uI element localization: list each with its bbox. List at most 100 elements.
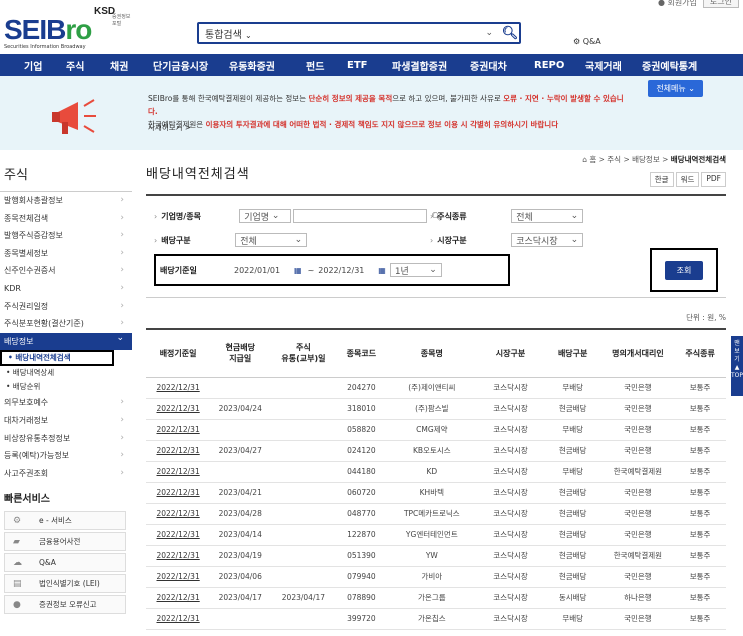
table-cell[interactable]: 2022/12/31 [146,461,211,483]
sidebar-item-lower-0[interactable]: 의무보호예수 [0,394,132,412]
floating-side-bar[interactable]: 맨 보 기 ▲ TOP [731,336,743,396]
calendar-icon[interactable]: ▦ [378,266,386,275]
table-row[interactable]: 2022/12/31 204270 (주)제이앤티씨 코스닥시장 무배당 국민은행 보통주 [146,377,726,399]
table-row[interactable]: 2022/12/31 2023/04/06 079940 가비아 코스닥시장 현금배당 국민… [146,566,726,588]
quick-service-icon: ● [13,599,21,610]
table-cell[interactable]: 2022/12/31 [146,545,211,567]
calendar-icon[interactable]: ▦ [294,266,302,275]
unit-label: 단위 : 원, % [686,313,726,322]
table-cell: 2023/04/17 [210,587,271,609]
search-button[interactable]: 조회 [664,260,704,280]
table-row[interactable]: 2022/12/31 399720 가온칩스 코스닥시장 무배당 국민은행 보통주 [146,608,726,630]
export-pdf-button[interactable]: PDF [701,172,726,187]
table-cell: 051390 [336,545,387,567]
nav-item-2[interactable]: 채권 [110,58,128,73]
table-cell[interactable]: 2022/12/31 [146,377,211,399]
sidebar-item-dividend-info[interactable]: 배당정보 [0,330,132,351]
sidebar-menu: 발행회사총괄정보종목전체검색발행주식증감정보종목별세정보신주인수권증서KDR주식… [0,192,132,333]
main-navigation: 기업 주식 채권 단기금융시장 유동화증권 펀드 ETF 파생결합증권 증권대차 REPO 국제거래… [0,54,743,76]
table-cell[interactable]: 2022/12/31 [146,566,211,588]
nav-item-9[interactable]: REPO [534,60,564,71]
table-row[interactable]: 2022/12/31 2023/04/19 051390 YW 코스닥시장 현금배당 한국예… [146,545,726,567]
search-scope-select[interactable]: 통합검색 ⌄ [199,26,309,41]
div-type-select[interactable]: 전체 ⌄ [235,233,308,247]
period-highlight: 배당기준일 2022/01/01 ▦ ~ 2022/12/31 ▦ 1년 ⌄ [154,254,510,286]
column-header-3: 종목코드 [336,328,387,378]
table-cell[interactable]: 2022/12/31 [146,398,211,420]
nav-item-7[interactable]: 파생결합증권 [392,58,447,73]
nav-item-0[interactable]: 기업 [24,58,42,73]
table-cell [210,377,271,399]
quick-item-0[interactable]: ⚙ e - 서비스 [4,511,126,531]
export-word-button[interactable]: 워드 [675,172,700,187]
table-cell[interactable]: 2022/12/31 [146,440,211,462]
nav-item-8[interactable]: 증권대차 [470,58,507,73]
company-select[interactable]: 기업명 ⌄ [239,209,292,223]
nav-item-5[interactable]: 펀드 [306,58,324,73]
stock-type-select[interactable]: 전체 ⌄ [511,209,584,223]
table-cell: 코스닥시장 [477,524,544,546]
stock-type-label: 주식종류 [437,211,467,221]
table-row[interactable]: 2022/12/31 058820 CMG제약 코스닥시장 무배당 국민은행 보통주 [146,419,726,441]
nav-item-1[interactable]: 주식 [66,58,84,73]
nav-item-11[interactable]: 증권예탁통계 [642,58,697,73]
quick-item-1[interactable]: ▰ 금융용어사전 [4,532,126,552]
market-select[interactable]: 코스닥시장 ⌄ [511,233,584,247]
range-select[interactable]: 1년 ⌄ [389,263,442,277]
sidebar-item-7[interactable]: 주식분포현황(결산기준) [0,315,132,333]
search-icon[interactable]: 🔍︎ [501,24,519,42]
chevron-down-icon[interactable]: ⌄ [485,28,493,38]
seibro-logo[interactable]: KSD 증권정보포털 SEIBro Securities Information… [4,6,134,50]
sidebar-item-lower-3[interactable]: 등록(예탁)가능정보 [0,447,132,465]
table-row[interactable]: 2022/12/31 2023/04/24 318010 (주)팜스빌 코스닥시장 현금배… [146,398,726,420]
sidebar-subitem-0[interactable]: • 배당내역전체검색 [0,350,114,367]
quick-service-title: 빠른서비스 [4,494,50,506]
sidebar-subitem-1[interactable]: • 배당내역상세 [0,366,132,380]
table-cell: 122870 [336,524,387,546]
sidebar-subitem-2[interactable]: • 배당순위 [0,380,132,394]
table-row[interactable]: 2022/12/31 2023/04/17 2023/04/17 078890 가온그룹… [146,587,726,609]
table-cell[interactable]: 2022/12/31 [146,524,211,546]
sidebar-item-lower-1[interactable]: 대차거래정보 [0,412,132,430]
table-row[interactable]: 2022/12/31 2023/04/14 122870 YG엔터테인먼트 코스닥시장 현… [146,524,726,546]
table-cell[interactable]: 2022/12/31 [146,482,211,504]
notice-more-link[interactable]: 자세히보기 > [148,122,191,133]
table-row[interactable]: 2022/12/31 2023/04/27 024120 KB오토시스 코스닥시장 현금배… [146,440,726,462]
sidebar-item-3[interactable]: 종목별세정보 [0,245,132,263]
all-menu-button[interactable]: 전체메뉴 ⌄ [648,80,703,97]
table-cell [270,482,337,504]
quick-item-4[interactable]: ● 증권정보 오류신고 [4,595,126,615]
export-hwp-button[interactable]: 한글 [649,172,674,187]
table-cell [210,419,271,441]
sidebar-item-4[interactable]: 신주인수권증서 [0,262,132,280]
table-row[interactable]: 2022/12/31 2023/04/21 060720 KH바텍 코스닥시장 현금배당 국… [146,482,726,504]
table-cell: 국민은행 [601,503,675,525]
qa-link[interactable]: ⚙ Q&A [573,37,601,46]
sidebar-item-2[interactable]: 발행주식증감정보 [0,227,132,245]
company-row: › 기업명/종목 기업명 ⌄ 🔍︎ [154,209,442,223]
table-cell: 무배당 [543,608,602,630]
quick-item-2[interactable]: ☁ Q&A [4,553,126,573]
sidebar-item-1[interactable]: 종목전체검색 [0,210,132,228]
table-cell[interactable]: 2022/12/31 [146,608,211,630]
table-row[interactable]: 2022/12/31 2023/04/28 048770 TPC메카트로닉스 코스닥시장… [146,503,726,525]
sidebar-item-6[interactable]: 주식권리일정 [0,298,132,316]
quick-item-3[interactable]: ▤ 법인식별기호 (LEI) [4,574,126,594]
table-row[interactable]: 2022/12/31 044180 KD 코스닥시장 무배당 한국예탁결제원 보통주 [146,461,726,483]
nav-item-3[interactable]: 단기금융시장 [153,58,208,73]
nav-item-10[interactable]: 국제거래 [585,58,622,73]
sidebar-item-lower-4[interactable]: 사고주권조회 [0,465,132,483]
table-cell[interactable]: 2022/12/31 [146,503,211,525]
table-cell[interactable]: 2022/12/31 [146,587,211,609]
nav-item-4[interactable]: 유동화증권 [229,58,275,73]
date-from-input[interactable]: 2022/01/01 [234,266,294,275]
dividend-table: 배정기준일 현금배당 지급일 주식 유통(교부)일 종목코드 종목명 시장구분 배당구분 명의… [146,328,726,630]
sidebar-item-5[interactable]: KDR [0,280,132,298]
company-input[interactable] [293,209,428,223]
sidebar-item-lower-2[interactable]: 비상장유통추정정보 [0,430,132,448]
date-to-input[interactable]: 2022/12/31 [318,266,378,275]
sidebar-item-0[interactable]: 발행회사총괄정보 [0,192,132,210]
sidebar-menu-bottom: 의무보호예수대차거래정보비상장유통추정정보등록(예탁)가능정보사고주권조회 [0,394,132,482]
table-cell[interactable]: 2022/12/31 [146,419,211,441]
nav-item-6[interactable]: ETF [347,60,367,71]
